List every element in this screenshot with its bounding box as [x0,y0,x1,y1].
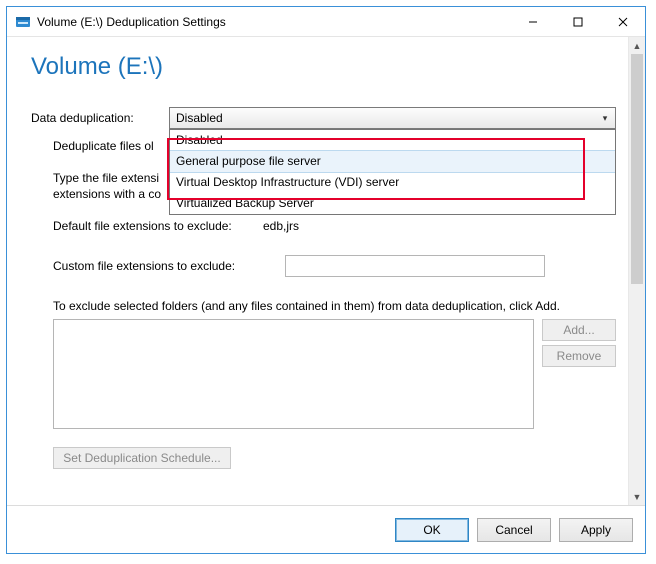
add-folder-button[interactable]: Add... [542,319,616,341]
dedup-combobox[interactable]: Disabled ▾ Disabled General purpose file… [169,107,616,129]
scroll-thumb[interactable] [631,54,643,284]
dedup-selected-value: Disabled [176,111,599,125]
remove-folder-button[interactable]: Remove [542,345,616,367]
scroll-up-icon[interactable]: ▲ [629,37,645,54]
dialog-footer: OK Cancel Apply [7,505,645,553]
custom-ext-input[interactable] [285,255,545,277]
dedup-row: Data deduplication: Disabled ▾ Disabled … [31,107,616,129]
window-title: Volume (E:\) Deduplication Settings [37,15,510,29]
default-ext-label: Default file extensions to exclude: [53,219,263,233]
titlebar[interactable]: Volume (E:\) Deduplication Settings [7,7,645,37]
page-title: Volume (E:\) [31,53,616,81]
excluded-folders-list[interactable] [53,319,534,429]
dedup-label: Data deduplication: [31,111,169,125]
maximize-button[interactable] [555,7,600,36]
close-button[interactable] [600,7,645,36]
custom-ext-row: Custom file extensions to exclude: [53,255,616,277]
minimize-button[interactable] [510,7,555,36]
apply-button[interactable]: Apply [559,518,633,542]
custom-ext-label: Custom file extensions to exclude: [53,259,285,273]
chevron-down-icon: ▾ [599,113,611,124]
ok-button[interactable]: OK [395,518,469,542]
scroll-track[interactable] [629,54,645,488]
cancel-button[interactable]: Cancel [477,518,551,542]
set-schedule-button[interactable]: Set Deduplication Schedule... [53,447,231,469]
dedup-option-general[interactable]: General purpose file server [170,150,615,173]
dedup-dropdown-list: Disabled General purpose file server Vir… [169,129,616,215]
volume-icon [15,14,31,30]
folders-help-text: To exclude selected folders (and any fil… [53,299,616,313]
dedup-option-disabled[interactable]: Disabled [170,130,615,151]
scroll-down-icon[interactable]: ▼ [629,488,645,505]
vertical-scrollbar[interactable]: ▲ ▼ [628,37,645,505]
dialog-window: Volume (E:\) Deduplication Settings Volu… [6,6,646,554]
default-ext-row: Default file extensions to exclude: edb,… [53,219,616,233]
window-controls [510,7,645,36]
default-ext-value: edb,jrs [263,219,299,233]
dedup-option-backup[interactable]: Virtualized Backup Server [170,193,615,214]
dedup-option-vdi[interactable]: Virtual Desktop Infrastructure (VDI) ser… [170,172,615,193]
folders-area: Add... Remove [53,319,616,429]
